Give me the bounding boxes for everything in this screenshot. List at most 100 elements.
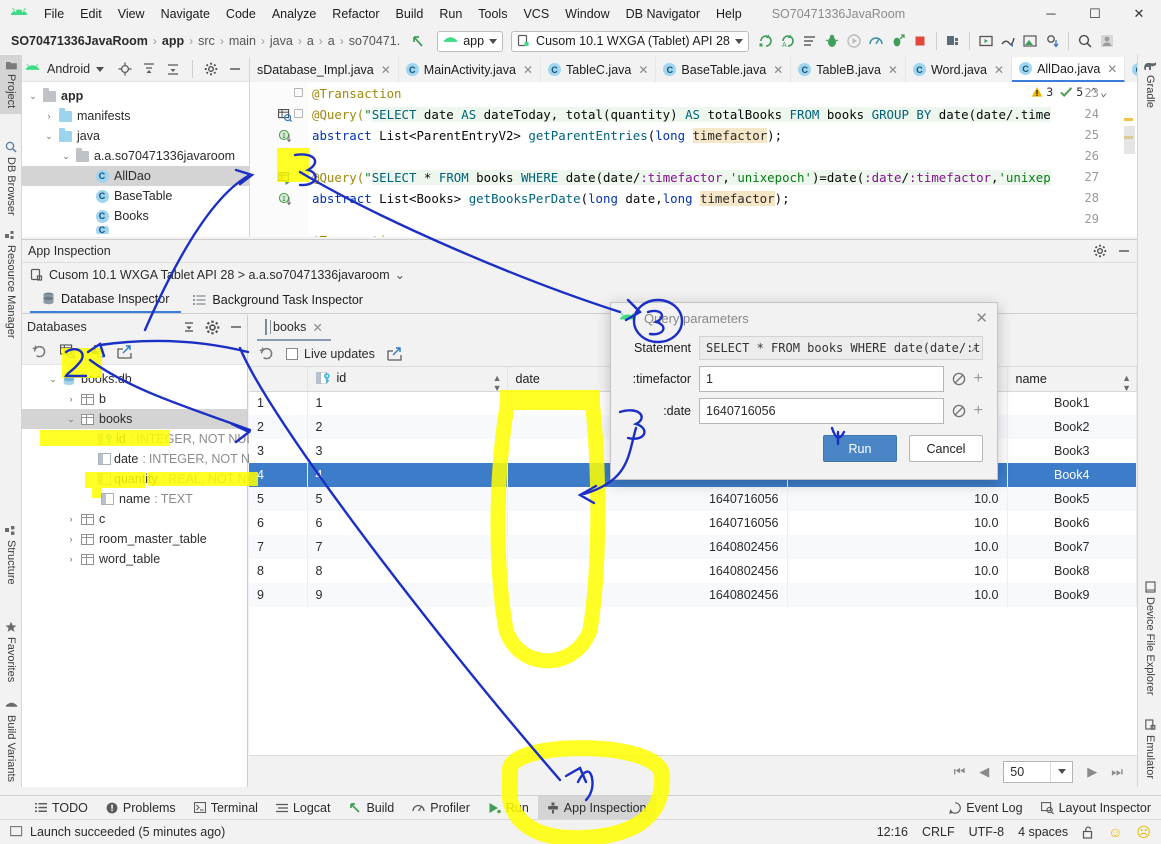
table-row[interactable]: 7 7 1640802456 10.0 Book7: [249, 535, 1137, 559]
sidebar-item-resource-manager[interactable]: Resource Manager: [0, 225, 22, 345]
c-id[interactable]: 2: [307, 415, 508, 439]
parameter-gutter-icon[interactable]: I: [278, 129, 292, 146]
tool-window-event-log[interactable]: Event Log: [949, 801, 1023, 815]
back-arrow-icon[interactable]: [407, 30, 429, 52]
status-line-separator[interactable]: CRLF: [922, 825, 955, 839]
app-inspection-device-selector[interactable]: Cusom 10.1 WXGA Tablet API 28 > a.a.so70…: [22, 262, 1137, 286]
attach-debugger-icon[interactable]: [887, 30, 909, 52]
breadcrumb-app[interactable]: app: [159, 33, 187, 49]
db-item-table-word[interactable]: › word_table: [22, 549, 247, 569]
minimize-icon[interactable]: [1117, 244, 1131, 258]
c-quantity[interactable]: 10.0: [787, 583, 1008, 607]
query-parameters-dialog[interactable]: Query parameters ✕ Statement SELECT * FR…: [610, 302, 998, 480]
layout-inspector-icon[interactable]: [1019, 30, 1041, 52]
sort-indicator-icon[interactable]: ▲ ▼: [1122, 373, 1131, 393]
tree-item-java[interactable]: ⌄ java: [22, 126, 249, 146]
close-icon[interactable]: ✕: [888, 63, 898, 77]
chevron-down-icon[interactable]: [1050, 761, 1072, 782]
tree-item-package[interactable]: ⌄ a.a.so70471336javaroom: [22, 146, 249, 166]
c-name[interactable]: Book7: [1007, 535, 1137, 559]
inspection-widget[interactable]: 3 5 ⌃ ⌄: [1031, 85, 1107, 99]
tab-background-task-inspector[interactable]: Background Task Inspector: [181, 286, 375, 313]
project-view-selector[interactable]: Android: [47, 62, 90, 76]
c-date[interactable]: 1640716056: [507, 511, 788, 535]
scrollbar-marker[interactable]: [1124, 118, 1133, 121]
refresh-icon[interactable]: [32, 344, 47, 359]
db-item-column-id[interactable]: id : INTEGER, NOT NULL: [22, 429, 260, 449]
avd-sync-icon[interactable]: A: [777, 30, 799, 52]
c-date[interactable]: 1640802456: [507, 535, 788, 559]
first-page-button[interactable]: ⏮: [954, 764, 966, 780]
menu-refactor[interactable]: Refactor: [324, 4, 387, 24]
menu-db-navigator[interactable]: DB Navigator: [618, 4, 708, 24]
next-page-button[interactable]: ▶: [1087, 764, 1097, 780]
c-quantity[interactable]: 10.0: [787, 487, 1008, 511]
debug-icon[interactable]: [821, 30, 843, 52]
c-name[interactable]: Book3: [1007, 439, 1137, 463]
db-item-column-date[interactable]: date : INTEGER, NOT NULL: [22, 449, 273, 469]
c-quantity[interactable]: 10.0: [787, 559, 1008, 583]
new-query-icon[interactable]: [60, 344, 76, 359]
param-input-timefactor[interactable]: 1: [699, 366, 944, 392]
c-name[interactable]: Book4: [1007, 463, 1137, 487]
menu-run[interactable]: Run: [431, 4, 470, 24]
db-item-table-c[interactable]: › c: [22, 509, 247, 529]
c-id[interactable]: 6: [307, 511, 508, 535]
sidebar-item-favorites[interactable]: Favorites: [0, 615, 22, 688]
sidebar-item-db-browser[interactable]: DB Browser: [0, 135, 22, 222]
collapse-all-icon[interactable]: [182, 320, 196, 334]
c-quantity[interactable]: 10.0: [787, 535, 1008, 559]
c-id[interactable]: 8: [307, 559, 508, 583]
tab-database-inspector[interactable]: Database Inspector: [30, 286, 182, 313]
db-item-table-room-master[interactable]: › room_master_table: [22, 529, 247, 549]
menu-vcs[interactable]: VCS: [515, 4, 557, 24]
gear-icon[interactable]: [1093, 244, 1107, 258]
happy-face-icon[interactable]: ☺: [1108, 825, 1122, 839]
maximize-button[interactable]: ☐: [1073, 0, 1117, 27]
export-icon[interactable]: [117, 344, 132, 359]
collapse-all-icon[interactable]: [162, 58, 183, 80]
editor-tab-mainactivity[interactable]: C MainActivity.java ✕: [398, 57, 542, 82]
locate-icon[interactable]: [114, 58, 135, 80]
sdk-manager-icon[interactable]: [997, 30, 1019, 52]
breadcrumb-main[interactable]: main: [226, 33, 259, 49]
unlock-icon[interactable]: [1082, 826, 1094, 839]
db-item-column-quantity[interactable]: quantity : REAL, NOT NULL: [22, 469, 269, 489]
live-updates-toggle[interactable]: Live updates: [286, 347, 375, 361]
tree-item-app[interactable]: ⌄ app: [22, 86, 249, 106]
sidebar-item-emulator[interactable]: Emulator: [1138, 713, 1161, 785]
keep-connection-icon[interactable]: [89, 344, 104, 359]
sad-face-icon[interactable]: ☹: [1136, 825, 1151, 839]
format-code-icon[interactable]: [799, 30, 821, 52]
statement-field[interactable]: SELECT * FROM books WHERE date(date/:t ↗: [699, 336, 983, 360]
column-header-name[interactable]: name ▲ ▼: [1007, 367, 1137, 393]
tool-window-run[interactable]: Run: [479, 796, 538, 820]
c-name[interactable]: Book6: [1007, 511, 1137, 535]
editor-tab-tablec[interactable]: C TableC.java ✕: [541, 57, 657, 82]
apk-profiler-icon[interactable]: [1041, 30, 1063, 52]
tool-window-problems[interactable]: Problems: [97, 796, 185, 820]
breadcrumb-project[interactable]: SO70471336JavaRoom: [8, 33, 151, 49]
editor-tab-alldao[interactable]: C AllDao.java ✕: [1012, 57, 1126, 82]
stop-icon[interactable]: [909, 30, 931, 52]
chevron-down-icon[interactable]: ⌄: [395, 267, 405, 282]
db-item-table-b[interactable]: › b: [22, 389, 247, 409]
editor-tab-tableb[interactable]: C TableB.java ✕: [791, 57, 906, 82]
breadcrumb-src[interactable]: src: [195, 33, 218, 49]
menu-build[interactable]: Build: [388, 4, 432, 24]
table-row[interactable]: 5 5 1640716056 10.0 Book5: [249, 487, 1137, 511]
breadcrumb-a1[interactable]: a: [304, 33, 317, 49]
avd-manager-icon[interactable]: [975, 30, 997, 52]
user-avatar-icon[interactable]: [1096, 30, 1118, 52]
minimize-icon[interactable]: [229, 320, 243, 334]
device-manager-icon[interactable]: [942, 30, 964, 52]
chevron-down-icon[interactable]: ⌄: [64, 414, 78, 425]
tree-item-partial[interactable]: C: [22, 226, 249, 234]
editor-tab-database-impl[interactable]: sDatabase_Impl.java ✕: [250, 57, 399, 82]
breadcrumb-java[interactable]: java: [267, 33, 296, 49]
c-id[interactable]: 3: [307, 439, 508, 463]
chevron-up-icon[interactable]: ⌃: [1090, 85, 1097, 99]
c-date[interactable]: 1640802456: [507, 559, 788, 583]
sidebar-item-structure[interactable]: Structure: [0, 520, 22, 591]
status-indent[interactable]: 4 spaces: [1018, 825, 1068, 839]
